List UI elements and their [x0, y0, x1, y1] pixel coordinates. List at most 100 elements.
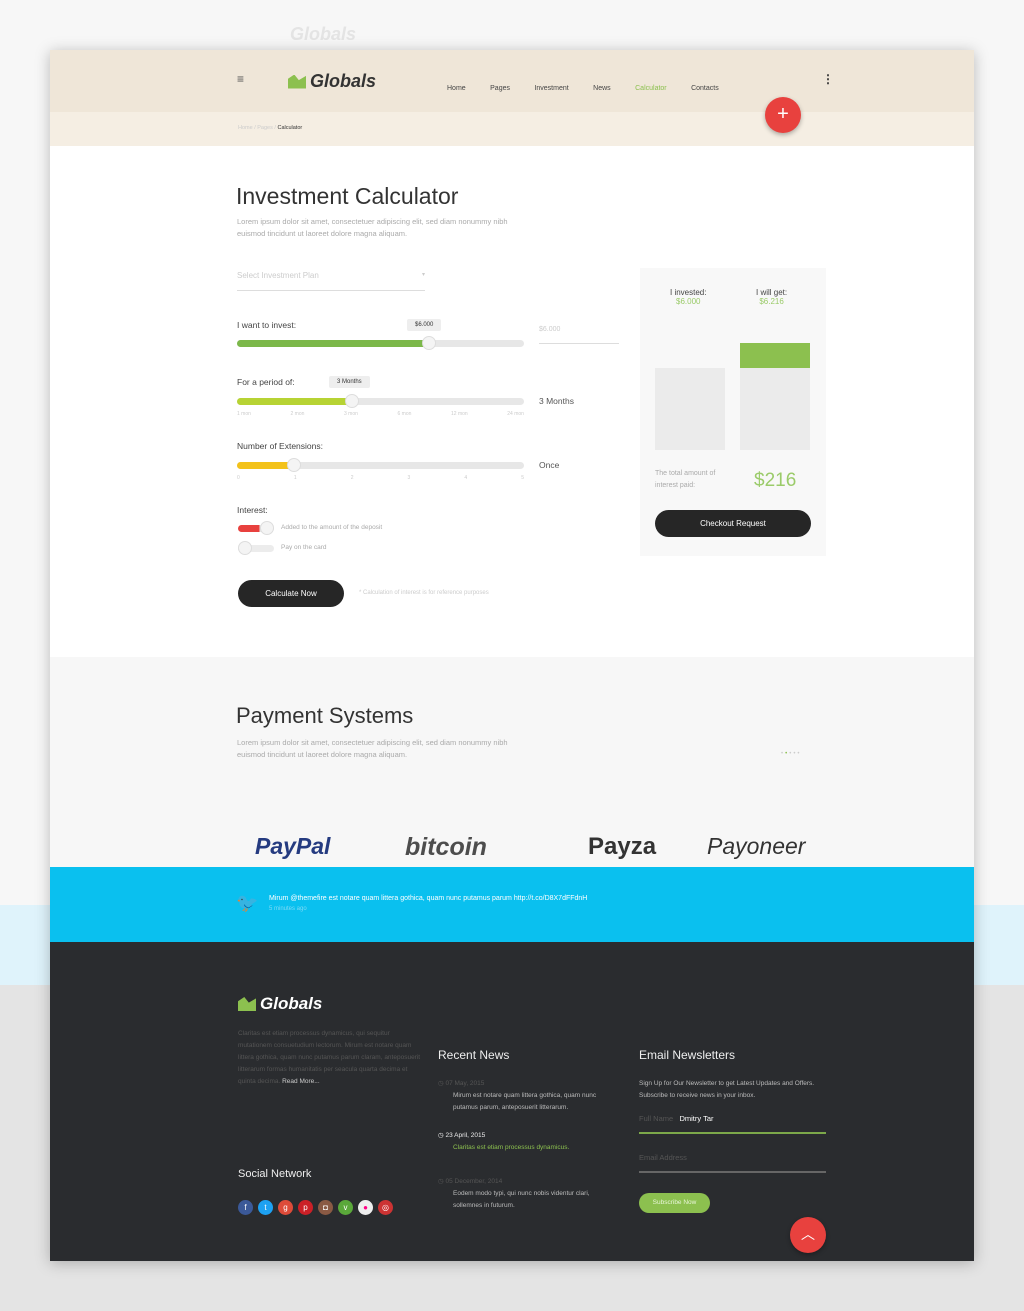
invest-handle[interactable]	[422, 336, 437, 350]
subscribe-button[interactable]: Subscribe Now	[639, 1193, 710, 1213]
social-icons: f t g p ◘ v ● ◎	[238, 1197, 398, 1215]
read-more-link[interactable]: Read More...	[282, 1078, 320, 1085]
tick: 24 mon	[507, 411, 524, 417]
invest-input[interactable]: $6.000	[539, 326, 619, 344]
get-bar	[740, 343, 810, 450]
total-label: The total amount of interest paid:	[655, 470, 716, 489]
plan-select[interactable]: Select Investment Plan ▾	[237, 271, 425, 291]
extensions-label: Number of Extensions:	[237, 441, 323, 451]
more-icon[interactable]: ⋮	[822, 72, 834, 86]
tweet-text[interactable]: Mirum @themefire est notare quam littera…	[269, 895, 587, 902]
period-display: 3 Months	[539, 396, 574, 406]
page: ≡ Globals Home Pages Investment News Cal…	[50, 50, 974, 1261]
menu-icon[interactable]: ≡	[237, 72, 244, 86]
period-tooltip: 3 Months	[329, 376, 370, 388]
invested-value: $6.000	[676, 297, 701, 306]
tick: 5	[521, 475, 524, 481]
newsletter-text: Sign Up for Our Newsletter to get Latest…	[639, 1080, 815, 1099]
payments-intro: Lorem ipsum dolor sit amet, consectetuer…	[237, 738, 508, 759]
calculate-button[interactable]: Calculate Now	[238, 580, 344, 607]
calc-note: * Calculation of interest is for referen…	[359, 590, 489, 596]
twitter-icon[interactable]: 🐦	[236, 893, 258, 914]
crumb-pages[interactable]: Pages	[257, 125, 273, 131]
period-ticks: 1 mon 2 mon 3 mon 6 mon 12 mon 24 mon	[237, 411, 524, 417]
bitcoin-logo: bitcoin	[405, 833, 487, 861]
intro-text: Lorem ipsum dolor sit amet, consectetuer…	[237, 217, 508, 238]
tick: 2	[350, 475, 354, 481]
extensions-handle[interactable]	[287, 458, 302, 472]
period-slider[interactable]	[237, 394, 524, 408]
interest-bar	[740, 343, 810, 368]
carousel-dots[interactable]: •••••	[781, 751, 802, 757]
news-text: Mirum est notare quam littera gothica, q…	[453, 1092, 597, 1111]
news-text: Eodem modo typi, qui nunc nobis videntur…	[453, 1190, 590, 1209]
email-field[interactable]: Email Address	[639, 1153, 826, 1173]
logo-text: Globals	[310, 71, 377, 91]
logo[interactable]: Globals	[288, 71, 376, 92]
footer-logo[interactable]: Globals	[238, 994, 322, 1014]
nav-contacts[interactable]: Contacts	[691, 85, 719, 92]
total-value: $216	[754, 470, 797, 491]
tick: 1 mon	[237, 411, 251, 417]
tick: 12 mon	[451, 411, 468, 417]
period-fill	[237, 398, 352, 405]
payment-section: Payment Systems Lorem ipsum dolor sit am…	[50, 657, 974, 867]
social-title: Social Network	[238, 1168, 312, 1180]
nav-news[interactable]: News	[593, 85, 611, 92]
instagram-icon[interactable]: ◘	[318, 1200, 333, 1215]
news-date: 07 May, 2015	[445, 1080, 485, 1087]
google-plus-icon[interactable]: g	[278, 1200, 293, 1215]
footer: Globals Claritas est etiam processus dyn…	[50, 942, 974, 1261]
news-text: Claritas est etiam processus dynamicus.	[453, 1144, 570, 1151]
get-value: $6.216	[759, 297, 784, 306]
bg-logo: Globals	[290, 24, 357, 44]
nav-investment[interactable]: Investment	[534, 85, 568, 92]
invest-fill	[237, 340, 430, 347]
nav-calculator[interactable]: Calculator	[635, 85, 667, 92]
interest-option-card: Pay on the card	[281, 544, 327, 551]
extensions-fill	[237, 462, 295, 469]
get-label: I will get:	[756, 288, 788, 297]
news-date: 05 December, 2014	[445, 1178, 503, 1185]
news-item[interactable]: ◷ 07 May, 2015 Mirum est notare quam litt…	[438, 1078, 618, 1130]
extensions-slider[interactable]	[237, 458, 524, 472]
nav-pages[interactable]: Pages	[490, 85, 510, 92]
tick: 4	[464, 475, 468, 481]
period-label: For a period of:	[237, 377, 295, 387]
flickr-icon[interactable]: ●	[358, 1200, 373, 1215]
invest-label: I want to invest:	[237, 320, 297, 330]
header: ≡ Globals Home Pages Investment News Cal…	[50, 50, 974, 112]
extensions-display: Once	[539, 460, 560, 470]
payza-logo: Payza	[588, 833, 657, 860]
news-date: 23 April, 2015	[445, 1132, 486, 1139]
invest-slider[interactable]	[237, 336, 524, 350]
crumb-home[interactable]: Home	[238, 125, 253, 131]
name-label: Full Name	[639, 1114, 674, 1123]
nav-home[interactable]: Home	[447, 85, 466, 92]
facebook-icon[interactable]: f	[238, 1200, 253, 1215]
twitter-icon[interactable]: t	[258, 1200, 273, 1215]
logo-icon	[238, 997, 256, 1011]
add-button[interactable]: +	[765, 97, 801, 133]
name-field[interactable]: Full Name Dmitry Tar	[639, 1114, 826, 1134]
name-value: Dmitry Tar	[679, 1114, 714, 1123]
crumb-current: Calculator	[277, 125, 303, 131]
tick: 6 mon	[397, 411, 412, 417]
checkout-button[interactable]: Checkout Request	[655, 510, 811, 537]
news-item[interactable]: ◷ 05 December, 2014 Eodem modo typi, qui …	[438, 1176, 618, 1212]
period-handle[interactable]	[344, 394, 359, 408]
twitter-bar: 🐦 Mirum @themefire est notare quam litte…	[50, 867, 974, 942]
pinterest-icon[interactable]: p	[298, 1200, 313, 1215]
scroll-top-button[interactable]: ︿	[790, 1217, 826, 1253]
invested-label: I invested:	[670, 288, 707, 297]
tick: 3 mon	[344, 411, 358, 417]
vine-icon[interactable]: v	[338, 1200, 353, 1215]
newsletter-title: Email Newsletters	[639, 1048, 736, 1062]
tick: 0	[237, 475, 240, 481]
tick: 3	[407, 475, 411, 481]
news-item[interactable]: ◷ 23 April, 2015 Claritas est etiam proce…	[438, 1130, 618, 1176]
dribbble-icon[interactable]: ◎	[378, 1200, 393, 1215]
interest-toggle-card[interactable]	[238, 541, 274, 555]
summary-panel: I invested: $6.000 I will get: $6.216 The …	[640, 268, 826, 556]
interest-toggle-deposit[interactable]	[238, 521, 274, 535]
